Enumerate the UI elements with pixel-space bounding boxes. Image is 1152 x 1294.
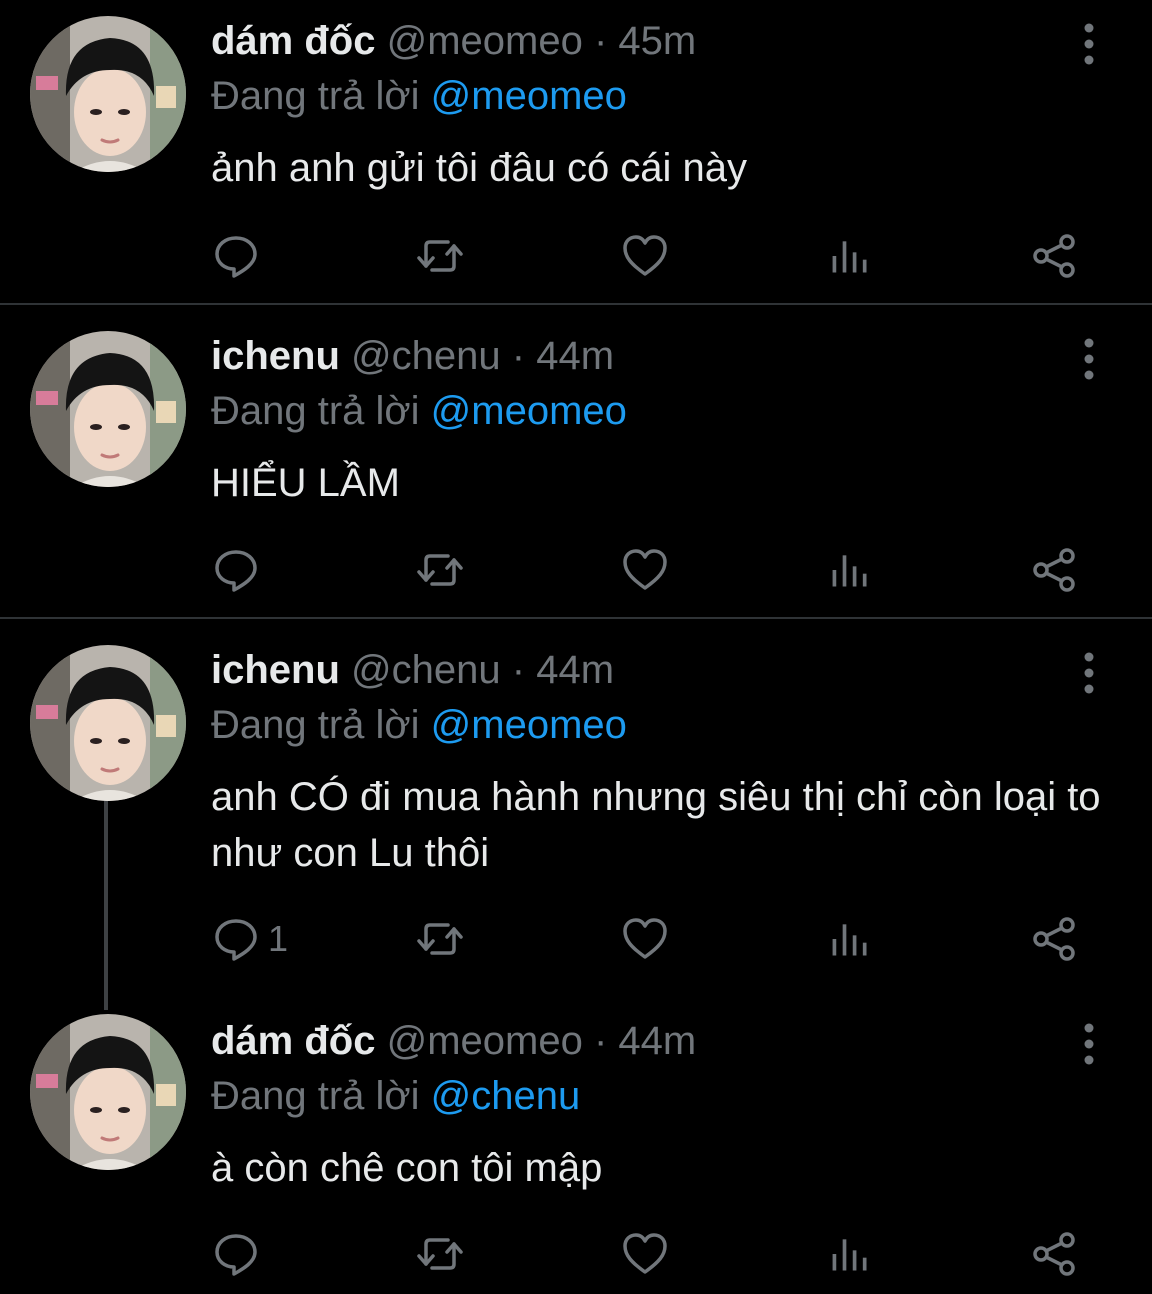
tweet-actions: 1 (0, 915, 1152, 963)
separator-dot: · (511, 648, 526, 692)
profile-photo-icon (30, 16, 186, 172)
profile-photo-icon (30, 331, 186, 487)
like-icon (621, 232, 669, 280)
display-name[interactable]: dám đốc (211, 19, 375, 63)
retweet-button[interactable] (414, 915, 466, 963)
profile-photo-icon (30, 1014, 186, 1170)
user-handle[interactable]: @meomeo (387, 19, 583, 63)
share-button[interactable] (1030, 915, 1078, 963)
share-icon (1030, 546, 1078, 594)
like-button[interactable] (621, 546, 669, 594)
tweet[interactable]: ichenu @chenu · 44m Đang trả lời @meomeo… (0, 305, 1152, 617)
reply-mention-link[interactable]: @chenu (431, 1074, 581, 1118)
tweet-text: à còn chê con tôi mập (211, 1146, 603, 1190)
timestamp[interactable]: 44m (618, 1019, 696, 1063)
user-handle[interactable]: @chenu (351, 648, 501, 692)
user-handle[interactable]: @chenu (351, 334, 501, 378)
like-icon (621, 1230, 669, 1278)
like-button[interactable] (621, 1230, 669, 1278)
display-name[interactable]: ichenu (211, 648, 340, 692)
more-options-icon[interactable] (1072, 1022, 1106, 1066)
tweet-actions (0, 546, 1152, 594)
share-icon (1030, 1230, 1078, 1278)
retweet-button[interactable] (414, 546, 466, 594)
reply-icon (212, 915, 260, 963)
retweet-icon (414, 915, 466, 963)
views-icon (828, 915, 872, 963)
share-button[interactable] (1030, 546, 1078, 594)
share-icon (1030, 915, 1078, 963)
more-options-icon[interactable] (1072, 22, 1106, 66)
separator-dot: · (511, 334, 526, 378)
tweet-text: HIỂU LẦM (211, 461, 400, 505)
reply-button[interactable] (212, 546, 268, 594)
replying-to-label: Đang trả lời (211, 703, 420, 747)
avatar[interactable] (30, 16, 186, 172)
retweet-icon (414, 1230, 466, 1278)
tweet-header: dám đốc @meomeo · 44m (211, 1016, 696, 1066)
timestamp[interactable]: 44m (536, 334, 614, 378)
separator-dot: · (593, 1019, 608, 1063)
like-icon (621, 915, 669, 963)
reply-button[interactable]: 1 (212, 915, 288, 963)
share-button[interactable] (1030, 1230, 1078, 1278)
more-options-icon[interactable] (1072, 337, 1106, 381)
replying-to-label: Đang trả lời (211, 389, 420, 433)
avatar[interactable] (30, 331, 186, 487)
display-name[interactable]: dám đốc (211, 1019, 375, 1063)
tweet[interactable]: ichenu @chenu · 44m Đang trả lời @meomeo… (0, 619, 1152, 999)
tweet-text: ảnh anh gửi tôi đâu có cái này (211, 146, 748, 190)
reply-mention-link[interactable]: @meomeo (431, 703, 627, 747)
views-button[interactable] (828, 546, 872, 594)
avatar[interactable] (30, 1014, 186, 1170)
reply-icon (212, 546, 260, 594)
reply-mention-link[interactable]: @meomeo (431, 74, 627, 118)
retweet-button[interactable] (414, 1230, 466, 1278)
tweet[interactable]: dám đốc @meomeo · 45m Đang trả lời @meom… (0, 0, 1152, 303)
tweet-header: ichenu @chenu · 44m (211, 645, 614, 695)
views-icon (828, 232, 872, 280)
like-button[interactable] (621, 915, 669, 963)
tweet-header: dám đốc @meomeo · 45m (211, 16, 696, 66)
views-icon (828, 1230, 872, 1278)
retweet-icon (414, 546, 466, 594)
views-icon (828, 546, 872, 594)
reply-button[interactable] (212, 232, 268, 280)
tweet[interactable]: dám đốc @meomeo · 44m Đang trả lời @chen… (0, 988, 1152, 1294)
replying-to: Đang trả lời @meomeo (211, 71, 627, 121)
timestamp[interactable]: 44m (536, 648, 614, 692)
reply-button[interactable] (212, 1230, 268, 1278)
tweet-actions (0, 1230, 1152, 1278)
replying-to: Đang trả lời @meomeo (211, 700, 627, 750)
user-handle[interactable]: @meomeo (387, 1019, 583, 1063)
replying-to: Đang trả lời @meomeo (211, 386, 627, 436)
timestamp[interactable]: 45m (618, 19, 696, 63)
like-button[interactable] (621, 232, 669, 280)
profile-photo-icon (30, 645, 186, 801)
reply-icon (212, 232, 260, 280)
reply-count: 1 (268, 918, 289, 959)
retweet-button[interactable] (414, 232, 466, 280)
retweet-icon (414, 232, 466, 280)
replying-to: Đang trả lời @chenu (211, 1071, 580, 1121)
tweet-actions (0, 232, 1152, 280)
views-button[interactable] (828, 1230, 872, 1278)
reply-icon (212, 1230, 260, 1278)
replying-to-label: Đang trả lời (211, 1074, 420, 1118)
like-icon (621, 546, 669, 594)
share-button[interactable] (1030, 232, 1078, 280)
more-options-icon[interactable] (1072, 651, 1106, 695)
views-button[interactable] (828, 915, 872, 963)
tweet-header: ichenu @chenu · 44m (211, 331, 614, 381)
display-name[interactable]: ichenu (211, 334, 340, 378)
separator-dot: · (593, 19, 608, 63)
replying-to-label: Đang trả lời (211, 74, 420, 118)
share-icon (1030, 232, 1078, 280)
tweet-text: anh CÓ đi mua hành nhưng siêu thị chỉ cò… (211, 775, 1101, 875)
avatar[interactable] (30, 645, 186, 801)
views-button[interactable] (828, 232, 872, 280)
reply-mention-link[interactable]: @meomeo (431, 389, 627, 433)
